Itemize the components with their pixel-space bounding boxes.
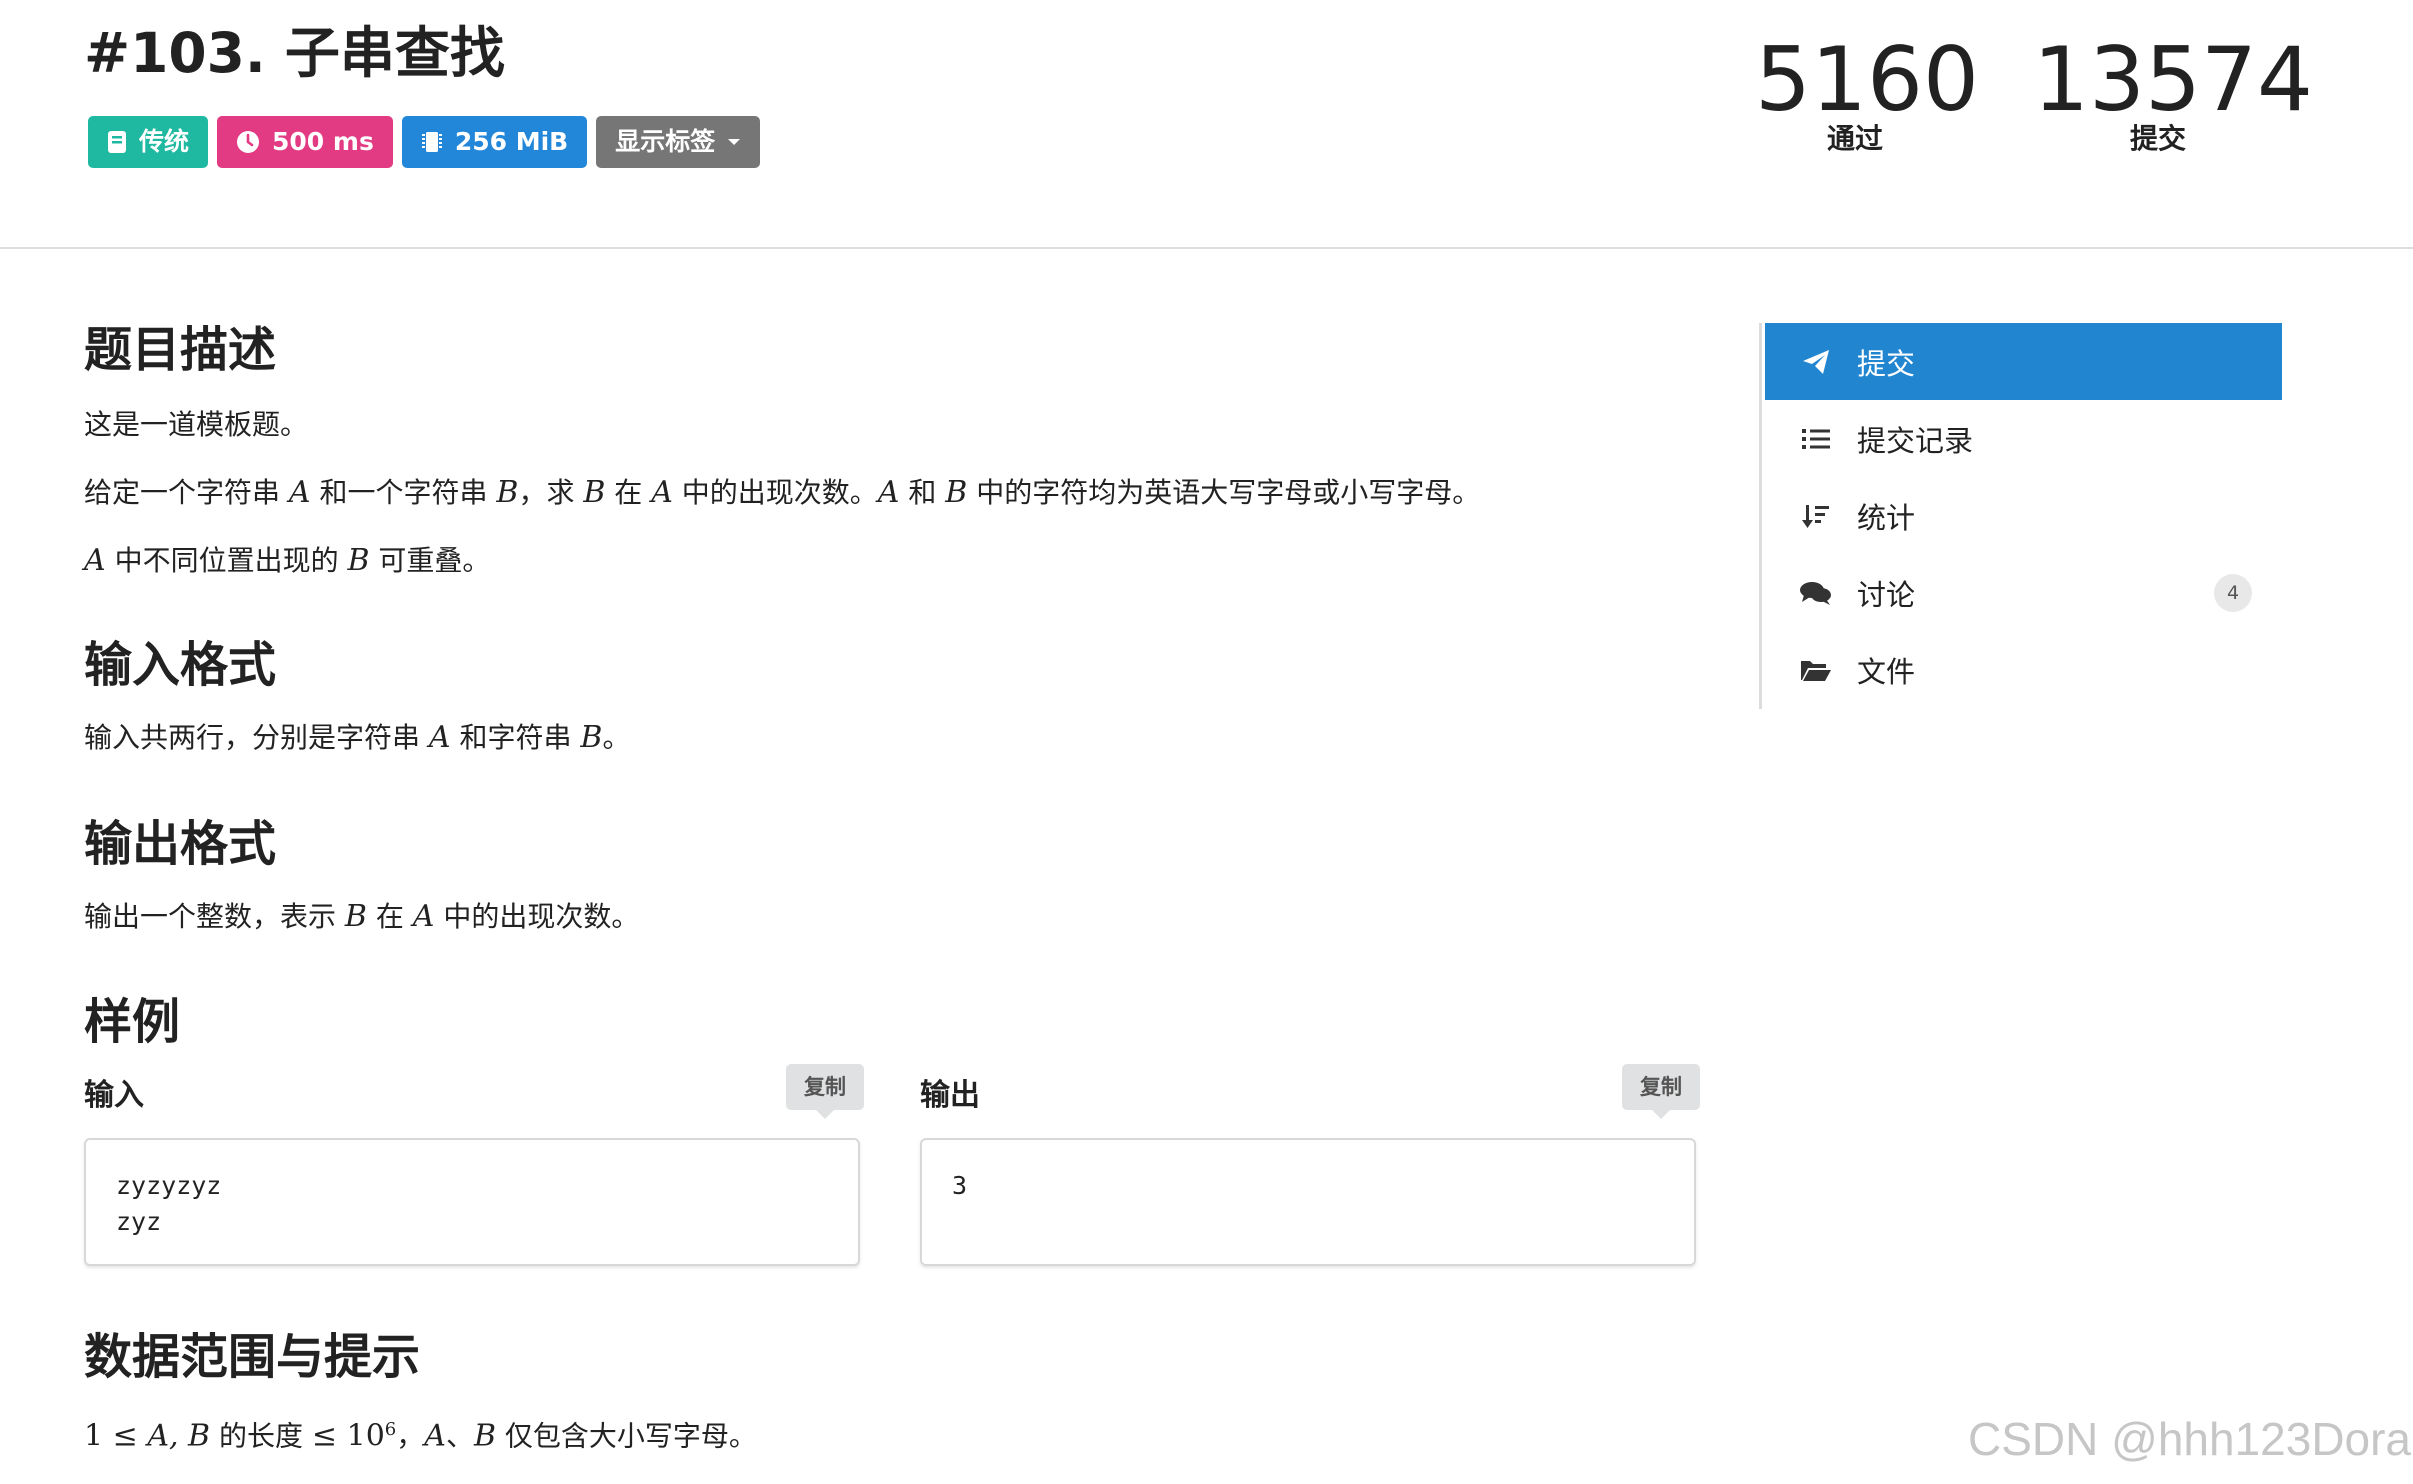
text: 可重叠。 [369,544,491,577]
problem-sidebar-menu: 提交 提交记录 统计 讨论 4 文件 [1759,323,2282,709]
sidebar-item-statistics[interactable]: 统计 [1765,477,2282,554]
description-line-2: 给定一个字符串 A 和一个字符串 B，求 B 在 A 中的出现次数。A 和 B … [84,473,1480,513]
text: 中不同位置出现的 [105,544,348,577]
sidebar-item-label: 提交 [1857,346,1916,381]
type-label: 传统 [88,116,209,168]
clock-icon [236,130,260,154]
samples-title: 样例 [84,994,181,1050]
paper-plane-icon [1799,348,1833,376]
math-var: A [424,1418,446,1454]
math-var: B [496,475,519,510]
book-icon [107,130,127,154]
accepted-count: 5160 [1755,28,1979,131]
sidebar-item-submissions[interactable]: 提交记录 [1765,400,2282,477]
sample-output-code[interactable]: 3 [920,1138,1696,1266]
sidebar-item-label: 文件 [1857,654,1916,689]
sidebar-item-label: 统计 [1857,500,1916,535]
sample-input-label: 输入 [84,1078,144,1113]
description-text: 这是一道模板题。 [84,408,309,441]
microchip-icon [421,130,443,154]
sidebar-item-submit[interactable]: 提交 [1765,323,2282,400]
text: 和字符串 [450,721,581,754]
math-var: B [580,720,603,755]
sample-output-label: 输出 [920,1078,980,1113]
problem-labels: 传统 500 ms 256 MiB 显示标签 [88,116,761,168]
text: 、 [445,1419,474,1453]
sidebar-item-files[interactable]: 文件 [1765,631,2282,708]
math-operator: ≤ [103,1418,148,1454]
copy-input-button[interactable]: 复制 [786,1064,864,1119]
sidebar-item-label: 讨论 [1857,577,1916,612]
text: 中的字符均为英语大写字母或小写字母。 [967,476,1481,509]
sidebar-item-discussion[interactable]: 讨论 4 [1765,554,2282,631]
text: ， [396,1419,425,1453]
description-line-1: 这是一道模板题。 [84,405,308,445]
submitted-stat: 13574 提交 [2033,28,2313,154]
show-tags-button[interactable]: 显示标签 [596,116,761,168]
type-label-text: 传统 [139,127,190,156]
output-format-title: 输出格式 [84,816,277,872]
output-format-text: 输出一个整数，表示 B 在 A 中的出现次数。 [84,897,639,937]
math-number: 10 [346,1418,385,1454]
math-var: B [344,899,367,934]
sidebar-item-label: 提交记录 [1857,423,1974,458]
caret-down-icon [727,137,741,147]
math-var: A [84,543,106,578]
memory-limit-label: 256 MiB [401,116,588,168]
watermark: CSDN @hhh123Dora [1968,1413,2412,1465]
math-number: 1 [84,1418,104,1454]
math-var: B [347,543,370,578]
text: 输入共两行，分别是字符串 [84,721,429,754]
input-format-title: 输入格式 [84,637,277,693]
math-exponent: 6 [384,1419,397,1440]
sort-icon [1799,502,1833,530]
discussion-count-badge: 4 [2214,574,2252,612]
comments-icon [1799,580,1833,606]
text: 给定一个字符串 [84,476,289,509]
math-var: A [428,720,451,755]
input-format-text: 输入共两行，分别是字符串 A 和字符串 B。 [84,718,630,758]
description-title: 题目描述 [84,322,277,378]
text: ，求 [518,476,584,509]
problem-header: #103. 子串查找 传统 500 ms 256 MiB 显示标签 5160 通… [0,0,2413,249]
show-tags-text: 显示标签 [615,127,716,156]
math-var: A [288,475,311,510]
text: 中的出现次数。 [434,900,640,933]
math-var: A [412,899,435,934]
text: 仅包含大小写字母。 [496,1419,757,1453]
time-limit-text: 500 ms [272,127,374,156]
problem-title: #103. 子串查找 [84,21,505,85]
math-var: B [473,1418,496,1454]
text: 和一个字符串 [310,476,497,509]
math-var: A [651,475,673,510]
time-limit-label: 500 ms [217,116,393,168]
text: 在 [366,900,413,933]
submitted-count: 13574 [2033,28,2313,131]
copy-output-button[interactable]: 复制 [1622,1064,1700,1119]
text: 。 [602,721,631,754]
description-line-3: A 中不同位置出现的 B 可重叠。 [84,541,490,581]
math-operator: ≤ [311,1418,347,1454]
text: 和 [899,476,946,509]
text: 的长度 [210,1419,312,1453]
math-var: A, B [147,1418,211,1454]
math-var: B [945,475,968,510]
math-var: B [583,475,606,510]
folder-open-icon [1799,658,1833,682]
text: 在 [605,476,652,509]
math-var: A [877,475,900,510]
list-icon [1799,427,1833,451]
constraints-title: 数据范围与提示 [84,1329,421,1385]
accepted-stat: 5160 通过 [1755,28,1979,154]
text: 输出一个整数，表示 [84,900,345,933]
text: 中的出现次数。 [672,476,878,509]
memory-limit-text: 256 MiB [454,127,569,156]
constraints-text: 1 ≤ A, B 的长度 ≤ 106，A、B 仅包含大小写字母。 [84,1410,757,1456]
sample-input-code[interactable]: zyzyzyz zyz [84,1138,860,1266]
